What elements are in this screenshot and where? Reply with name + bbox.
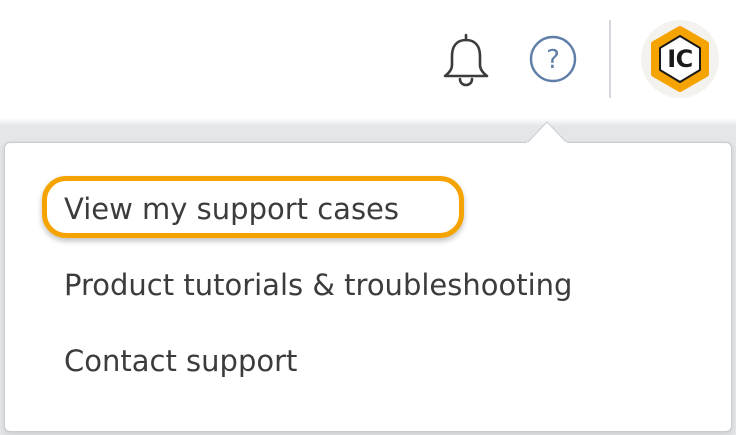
avatar-initials: IC bbox=[667, 45, 693, 73]
menu-item-contact-support[interactable]: Contact support bbox=[64, 347, 297, 376]
user-avatar[interactable]: IC bbox=[641, 20, 719, 98]
question-circle-icon: ? bbox=[529, 35, 577, 83]
menu-caret bbox=[527, 121, 567, 144]
notifications-button[interactable] bbox=[438, 30, 494, 88]
bell-icon bbox=[443, 33, 489, 87]
menu-item-product-tutorials[interactable]: Product tutorials & troubleshooting bbox=[64, 271, 572, 300]
menu-item-view-support-cases[interactable]: View my support cases bbox=[64, 195, 399, 224]
header-divider bbox=[609, 20, 611, 98]
page: ? IC View my support cases Product tutor… bbox=[0, 0, 736, 435]
top-bar bbox=[0, 0, 736, 122]
help-glyph: ? bbox=[546, 45, 560, 75]
help-button[interactable]: ? bbox=[526, 32, 580, 86]
header-shadow bbox=[0, 118, 736, 126]
